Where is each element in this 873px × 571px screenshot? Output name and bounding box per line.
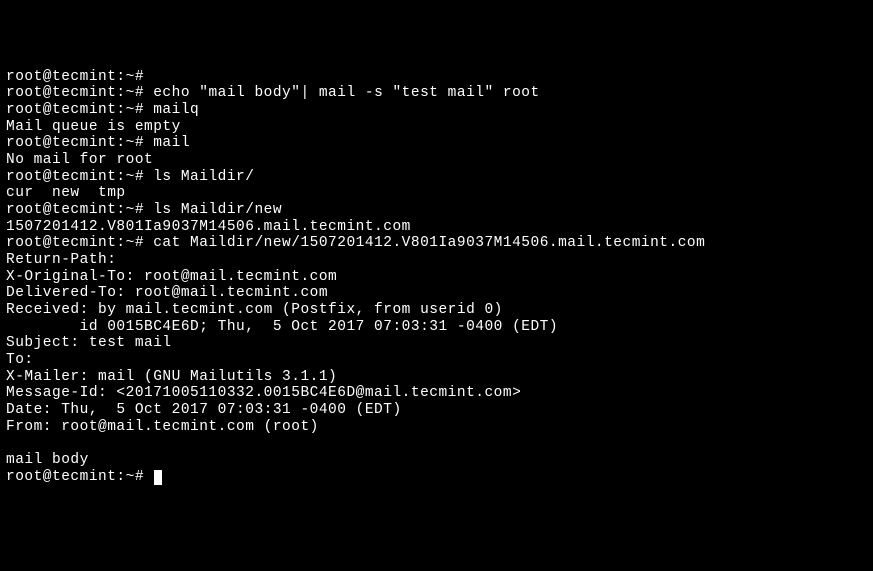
shell-prompt: root@tecmint:~# bbox=[6, 469, 144, 485]
shell-output: Mail queue is empty bbox=[6, 119, 181, 135]
shell-output: mail body bbox=[6, 452, 89, 468]
shell-prompt: root@tecmint:~# bbox=[6, 135, 144, 151]
shell-command: echo "mail body"| mail -s "test mail" ro… bbox=[144, 85, 540, 101]
shell-prompt: root@tecmint:~# bbox=[6, 69, 144, 85]
shell-output: Received: by mail.tecmint.com (Postfix, … bbox=[6, 302, 503, 318]
terminal-content: root@tecmint:~# root@tecmint:~# echo "ma… bbox=[6, 69, 867, 486]
shell-command: mail bbox=[144, 135, 190, 151]
shell-output: id 0015BC4E6D; Thu, 5 Oct 2017 07:03:31 … bbox=[6, 319, 558, 335]
cursor bbox=[154, 470, 162, 485]
shell-command: mailq bbox=[144, 102, 199, 118]
shell-output: X-Original-To: root@mail.tecmint.com bbox=[6, 269, 337, 285]
terminal-window[interactable]: root@tecmint:~# root@tecmint:~# echo "ma… bbox=[0, 67, 873, 488]
shell-command bbox=[144, 469, 153, 485]
shell-command: ls Maildir/ bbox=[144, 169, 254, 185]
shell-prompt: root@tecmint:~# bbox=[6, 102, 144, 118]
shell-prompt: root@tecmint:~# bbox=[6, 235, 144, 251]
shell-prompt: root@tecmint:~# bbox=[6, 202, 144, 218]
shell-output: 1507201412.V801Ia9037M14506.mail.tecmint… bbox=[6, 219, 411, 235]
shell-output: Subject: test mail bbox=[6, 335, 172, 351]
shell-command bbox=[144, 69, 153, 85]
shell-output: Delivered-To: root@mail.tecmint.com bbox=[6, 285, 328, 301]
shell-command: cat Maildir/new/1507201412.V801Ia9037M14… bbox=[144, 235, 705, 251]
shell-prompt: root@tecmint:~# bbox=[6, 85, 144, 101]
shell-prompt: root@tecmint:~# bbox=[6, 169, 144, 185]
shell-output: cur new tmp bbox=[6, 185, 126, 201]
shell-output: Return-Path: bbox=[6, 252, 126, 268]
shell-output: No mail for root bbox=[6, 152, 153, 168]
shell-output: From: root@mail.tecmint.com (root) bbox=[6, 419, 319, 435]
shell-output: To: bbox=[6, 352, 43, 368]
shell-command: ls Maildir/new bbox=[144, 202, 282, 218]
shell-output: X-Mailer: mail (GNU Mailutils 3.1.1) bbox=[6, 369, 337, 385]
shell-output: Message-Id: <20171005110332.0015BC4E6D@m… bbox=[6, 385, 521, 401]
shell-output: Date: Thu, 5 Oct 2017 07:03:31 -0400 (ED… bbox=[6, 402, 402, 418]
